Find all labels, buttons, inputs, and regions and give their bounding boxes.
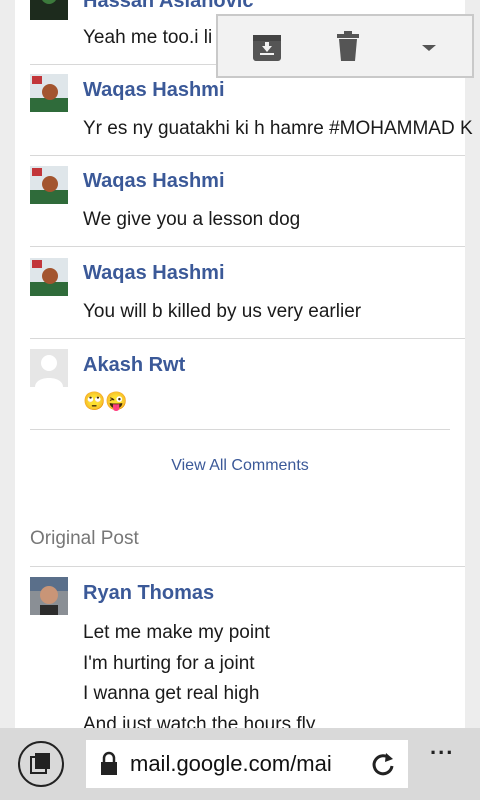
browser-address-bar: mail.google.com/mai ... [0,728,480,800]
commenter-name[interactable]: Waqas Hashmi [83,170,225,193]
avatar[interactable] [30,577,68,615]
commenter-name[interactable]: Waqas Hashmi [83,262,225,285]
avatar[interactable] [30,349,68,387]
view-all-comments-link[interactable]: View All Comments [0,457,480,475]
archive-icon [253,35,281,61]
post-line: Let me make my point [83,622,270,643]
divider [30,338,465,339]
tabs-button[interactable] [18,741,64,787]
more-menu-button[interactable]: ... [430,734,454,760]
comment-text: Yr es ny guatakhi ki h hamre #MOHAMMAD K [83,118,473,139]
more-options-button[interactable] [412,30,446,64]
post-line: I'm hurting for a joint [83,653,255,674]
commenter-name[interactable]: Akash Rwt [83,354,185,377]
refresh-icon [372,753,394,776]
url-field[interactable]: mail.google.com/mai [86,740,408,788]
comment-text: Yeah me too.i li [83,27,213,48]
avatar[interactable] [30,74,68,112]
left-gutter [0,0,15,728]
avatar[interactable] [30,166,68,204]
message-action-popup [216,14,474,78]
comments-page: Hassan Aslanovic Yeah me too.i li Waqas … [0,0,480,728]
right-gutter [465,0,480,728]
avatar[interactable] [30,258,68,296]
lock-icon [101,751,117,775]
url-text: mail.google.com/mai [130,751,332,776]
post-line: And just watch the hours fly [83,714,316,728]
original-post-label: Original Post [30,528,139,549]
comment-text: You will b killed by us very earlier [83,301,362,322]
commenter-name[interactable]: Hassan Aslanovic [83,0,253,13]
poster-name[interactable]: Ryan Thomas [83,582,214,605]
divider [30,566,465,567]
divider [30,429,450,430]
post-line: I wanna get real high [83,683,260,704]
delete-button[interactable] [331,30,365,64]
divider [30,246,465,247]
divider [30,155,465,156]
tabs-icon [30,753,50,774]
avatar[interactable] [30,0,68,20]
archive-button[interactable] [250,30,284,64]
dropdown-arrow-icon [422,45,436,51]
comment-text: 🙄😜 [83,391,128,411]
commenter-name[interactable]: Waqas Hashmi [83,79,225,102]
comment-text: We give you a lesson dog [83,209,301,230]
trash-icon [337,31,359,61]
